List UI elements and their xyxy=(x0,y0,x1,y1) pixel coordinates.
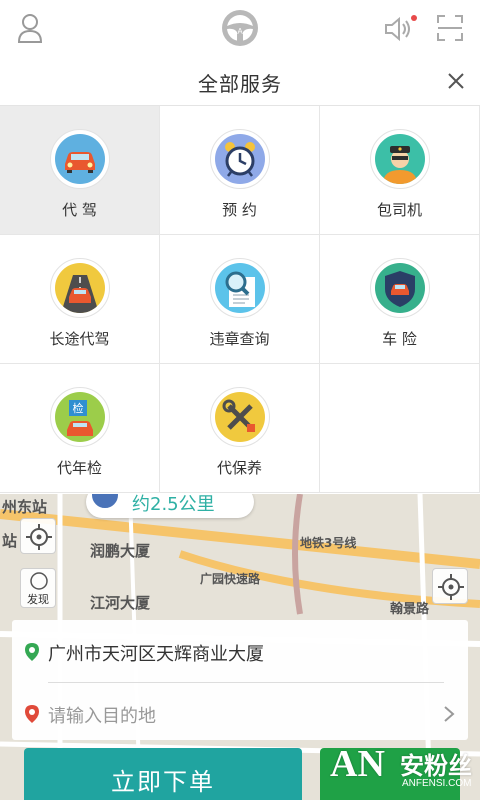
highway-car-icon xyxy=(61,275,99,313)
services-header: 全部服务 xyxy=(0,56,480,106)
locate-button[interactable] xyxy=(20,518,56,554)
service-baosiji[interactable]: 包司机 xyxy=(320,106,480,235)
shield-car-icon xyxy=(385,271,415,307)
top-bar: A xyxy=(0,0,480,56)
watermark: AN 安粉丝 ANFENSI.COM xyxy=(330,742,480,800)
close-icon[interactable] xyxy=(444,69,468,93)
watermark-en: ANFENSI.COM xyxy=(402,778,472,789)
scan-icon[interactable] xyxy=(436,14,464,42)
compass-icon xyxy=(30,572,48,590)
chauffeur-icon xyxy=(383,146,417,184)
speaker-icon[interactable] xyxy=(384,14,418,44)
steering-wheel-icon[interactable]: A xyxy=(220,8,260,48)
service-label: 包司机 xyxy=(376,201,422,219)
service-empty xyxy=(320,364,480,493)
destination-row[interactable]: 请输入目的地 xyxy=(12,686,468,742)
user-icon[interactable] xyxy=(16,12,44,44)
service-label: 代 驾 xyxy=(62,201,97,219)
recenter-button[interactable] xyxy=(432,568,468,604)
watermark-cn: 安粉丝 xyxy=(400,752,472,780)
divider xyxy=(48,682,444,683)
map-label: 翰景路 xyxy=(390,602,430,617)
map-label: 润鹏大厦 xyxy=(90,542,151,560)
service-changtu[interactable]: 长途代驾 xyxy=(0,235,160,364)
tools-icon xyxy=(222,399,255,432)
map-label: 地铁3号线 xyxy=(300,536,357,550)
alarm-clock-icon xyxy=(225,142,255,177)
address-card: 广州市天河区天辉商业大厦 请输入目的地 xyxy=(12,620,468,740)
driver-avatar xyxy=(90,494,120,510)
service-label: 代保养 xyxy=(216,459,262,477)
watermark-logo: AN xyxy=(330,743,385,785)
services-grid: 代 驾 预 约 包司机 长途代驾 违章查询 车 险 检 代年检 代保养 xyxy=(0,106,480,494)
service-label: 预 约 xyxy=(222,201,257,219)
svg-text:A: A xyxy=(237,27,243,36)
pickup-row[interactable]: 广州市天河区天辉商业大厦 xyxy=(12,624,468,680)
destination-input[interactable]: 请输入目的地 xyxy=(48,702,156,728)
pickup-pin-icon xyxy=(25,643,39,661)
map-label: 江河大厦 xyxy=(90,594,151,612)
magnifier-document-icon xyxy=(225,271,255,307)
service-label: 长途代驾 xyxy=(49,330,110,348)
service-daijia[interactable]: 代 驾 xyxy=(0,106,160,235)
svg-text:检: 检 xyxy=(73,401,84,415)
service-label: 车 险 xyxy=(382,330,417,348)
service-baoyang[interactable]: 代保养 xyxy=(160,364,320,493)
discover-button[interactable]: 发现 xyxy=(20,568,56,608)
service-chexian[interactable]: 车 险 xyxy=(320,235,480,364)
service-label: 代年检 xyxy=(56,459,102,477)
discover-label: 发现 xyxy=(27,593,49,606)
map-label: 广园快速路 xyxy=(200,572,261,586)
distance-text: 约2.5公里 xyxy=(132,494,215,515)
service-yuyue[interactable]: 预 约 xyxy=(160,106,320,235)
car-icon xyxy=(65,152,95,173)
crosshair-icon xyxy=(26,524,52,550)
map-label: 州东站 xyxy=(2,498,48,516)
crosshair-icon xyxy=(438,574,464,600)
service-label: 违章查询 xyxy=(209,330,270,348)
service-weizhang[interactable]: 违章查询 xyxy=(160,235,320,364)
chevron-right-icon xyxy=(444,706,455,722)
order-now-label: 立即下单 xyxy=(111,768,215,796)
order-now-button[interactable]: 立即下单 xyxy=(24,748,302,800)
inspection-icon: 检 xyxy=(67,400,93,436)
destination-pin-icon xyxy=(25,705,39,723)
service-nianjian[interactable]: 检 代年检 xyxy=(0,364,160,493)
distance-bubble: 约2.5公里 xyxy=(86,494,254,518)
map-label: 站 xyxy=(2,532,18,550)
pickup-address: 广州市天河区天辉商业大厦 xyxy=(48,644,264,665)
page-title: 全部服务 xyxy=(198,72,282,96)
